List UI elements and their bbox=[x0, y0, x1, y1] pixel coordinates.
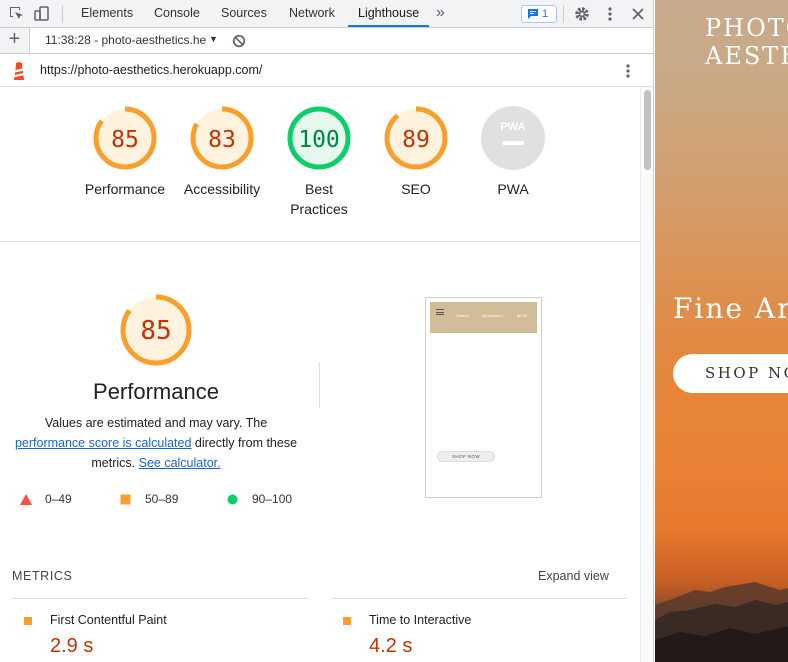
close-icon[interactable] bbox=[629, 5, 647, 23]
metric-value: 4.2 s bbox=[369, 635, 413, 657]
website-preview: PHOTO AESTH Fine Art SHOP NOW bbox=[655, 0, 788, 662]
section-divider bbox=[0, 241, 640, 242]
metric-name: First Contentful Paint bbox=[50, 613, 167, 627]
customize-menu-icon[interactable] bbox=[601, 5, 619, 23]
gauge-label-line: Best bbox=[304, 181, 333, 197]
performance-score-link[interactable]: performance score is calculated bbox=[15, 436, 191, 450]
lighthouse-report: 85 Performance 83 Accessibility 100 Best… bbox=[0, 87, 640, 662]
brand-line: AESTH bbox=[705, 42, 788, 70]
score-gauge-ring: 85 bbox=[93, 106, 157, 170]
report-menu-icon[interactable] bbox=[620, 63, 636, 84]
hamburger-icon bbox=[436, 309, 444, 315]
performance-description: Values are estimated and may vary. The p… bbox=[10, 413, 302, 473]
message-icon bbox=[528, 9, 538, 19]
performance-score: 85 bbox=[140, 316, 171, 346]
toolbar-divider bbox=[62, 5, 63, 23]
report-selector[interactable]: 11:38:28 - photo-aesthetics.he bbox=[45, 33, 206, 47]
tab-elements[interactable]: Elements bbox=[79, 0, 135, 27]
score-gauge-ring: 100 bbox=[287, 106, 351, 170]
report-toolbar: + 11:38:28 - photo-aesthetics.he ▼ bbox=[0, 28, 653, 54]
gauge-label-line: Practices bbox=[290, 201, 348, 217]
devtools-tabbar: Elements Console Sources Network Lightho… bbox=[0, 0, 653, 28]
gauge-label: Accessibility bbox=[183, 181, 261, 197]
screenshot-header: Search My Account $0.00 bbox=[430, 302, 537, 333]
more-tabs-button[interactable]: » bbox=[436, 0, 445, 27]
report-url-bar: https://photo-aesthetics.herokuapp.com/ bbox=[0, 54, 653, 87]
tab-network[interactable]: Network bbox=[287, 0, 337, 27]
scrollbar-thumb[interactable] bbox=[644, 90, 651, 170]
metrics-divider bbox=[12, 598, 309, 599]
gauge-accessibility[interactable]: 83 Accessibility bbox=[174, 105, 270, 199]
average-square-icon bbox=[343, 617, 351, 625]
devtools-panel: Elements Console Sources Network Lightho… bbox=[0, 0, 654, 662]
gauge-pwa[interactable]: PWA PWA bbox=[465, 105, 561, 199]
circle-icon bbox=[227, 494, 238, 508]
gauge-score: 83 bbox=[208, 127, 236, 153]
report-scrollbar[interactable] bbox=[640, 87, 653, 662]
screenshot-nav-link: Search bbox=[456, 313, 469, 318]
screenshot-shop-button: SHOP NOW bbox=[437, 451, 495, 462]
pwa-badge-icon: PWA bbox=[481, 106, 545, 170]
brand-line: PHOTO bbox=[705, 14, 788, 42]
vertical-divider bbox=[319, 362, 320, 408]
chevron-down-icon[interactable]: ▼ bbox=[209, 34, 218, 44]
gauge-performance[interactable]: 85 Performance bbox=[77, 105, 173, 199]
mountain-silhouette bbox=[655, 582, 788, 662]
metric-value: 2.9 s bbox=[50, 635, 94, 657]
inspect-element-icon[interactable] bbox=[8, 5, 26, 23]
screenshot-nav-link: $0.00 bbox=[517, 313, 528, 318]
square-icon bbox=[120, 494, 131, 508]
clear-reports-icon[interactable] bbox=[232, 34, 246, 53]
screenshot-nav-link: My Account bbox=[482, 313, 503, 318]
gauge-score: 100 bbox=[298, 127, 340, 153]
final-screenshot-thumbnail[interactable]: Search My Account $0.00 SHOP NOW bbox=[425, 297, 542, 498]
score-gauge-ring: 83 bbox=[190, 106, 254, 170]
gauge-best-practices[interactable]: 100 Best Practices bbox=[271, 105, 367, 219]
message-count: 1 bbox=[542, 8, 549, 20]
tab-lighthouse[interactable]: Lighthouse bbox=[348, 0, 430, 27]
svg-text:PWA: PWA bbox=[500, 121, 525, 133]
expand-view-toggle[interactable]: Expand view bbox=[538, 569, 609, 583]
gauge-label: Performance bbox=[84, 181, 166, 197]
legend-range: 0–49 bbox=[45, 492, 72, 506]
gauge-seo[interactable]: 89 SEO bbox=[368, 105, 464, 199]
metrics-heading: METRICS bbox=[12, 569, 73, 583]
messages-badge[interactable]: 1 bbox=[521, 5, 557, 23]
tab-sources[interactable]: Sources bbox=[219, 0, 269, 27]
desc-text: Values are estimated and may vary. The bbox=[44, 416, 268, 430]
device-toolbar-icon[interactable] bbox=[33, 5, 51, 23]
toolbar-divider bbox=[563, 5, 564, 23]
performance-gauge: 85 bbox=[120, 294, 192, 366]
new-report-button[interactable]: + bbox=[0, 28, 30, 53]
hero-tagline: Fine Art bbox=[673, 292, 788, 325]
see-calculator-link[interactable]: See calculator. bbox=[139, 456, 221, 470]
gauge-label: Best Practices bbox=[271, 179, 367, 219]
settings-gear-icon[interactable] bbox=[573, 5, 591, 23]
average-square-icon bbox=[24, 617, 32, 625]
tab-console[interactable]: Console bbox=[152, 0, 202, 27]
metric-name: Time to Interactive bbox=[369, 613, 472, 627]
metrics-divider bbox=[331, 598, 627, 599]
performance-title: Performance bbox=[93, 379, 219, 404]
gauge-label: SEO bbox=[401, 181, 431, 197]
shop-now-button[interactable]: SHOP NOW bbox=[673, 354, 788, 393]
report-url: https://photo-aesthetics.herokuapp.com/ bbox=[40, 63, 263, 77]
gauge-score: 85 bbox=[111, 127, 139, 153]
legend-range: 50–89 bbox=[145, 492, 179, 506]
gauge-label: PWA bbox=[497, 181, 529, 197]
site-brand[interactable]: PHOTO AESTH bbox=[705, 14, 788, 70]
score-gauge-ring: 89 bbox=[384, 106, 448, 170]
legend-range: 90–100 bbox=[252, 492, 293, 506]
lighthouse-logo-icon bbox=[11, 62, 27, 85]
gauge-score: 89 bbox=[402, 127, 430, 153]
triangle-icon bbox=[20, 494, 32, 508]
